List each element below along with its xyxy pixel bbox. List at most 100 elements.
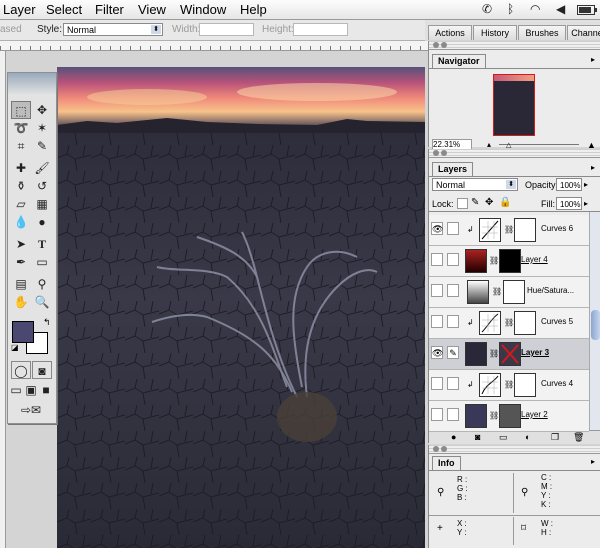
shape-tool-icon[interactable]: ▭ — [32, 253, 52, 271]
wifi-icon[interactable]: ◠ — [530, 2, 540, 16]
chain-icon[interactable]: ⛓ — [504, 318, 514, 327]
lock-position-icon[interactable]: ✥ — [485, 197, 493, 208]
eye-icon[interactable]: 👁 — [431, 222, 443, 235]
close-icon[interactable] — [433, 446, 439, 452]
minimize-icon[interactable] — [441, 150, 447, 156]
panel-titlebar[interactable] — [429, 445, 600, 454]
chain-icon[interactable]: ⛓ — [489, 349, 499, 358]
chain-icon[interactable]: ⛓ — [489, 411, 499, 420]
layer-style-icon[interactable]: ● — [451, 431, 456, 444]
close-icon[interactable] — [433, 42, 439, 48]
opacity-arrow-icon[interactable]: ▸ — [584, 180, 588, 189]
height-input[interactable] — [293, 23, 348, 36]
panel-titlebar[interactable] — [429, 149, 600, 158]
minimize-icon[interactable] — [441, 42, 447, 48]
layers-scrollbar[interactable] — [589, 212, 600, 430]
blur-tool-icon[interactable]: 💧 — [11, 213, 31, 231]
trash-icon[interactable]: 🗑 — [573, 431, 584, 444]
menu-filter[interactable]: Filter — [95, 2, 124, 17]
tab-history[interactable]: History — [473, 25, 517, 40]
slice-tool-icon[interactable]: ✎ — [32, 137, 52, 155]
opacity-field[interactable]: 100% — [556, 178, 582, 191]
brush-tool-icon[interactable]: 🖌 — [32, 159, 52, 177]
eye-icon[interactable]: 👁 — [431, 346, 443, 359]
dodge-tool-icon[interactable]: ● — [32, 213, 52, 231]
screen-mode-full-icon[interactable]: ■ — [39, 381, 53, 399]
jump-to-imageready-icon[interactable]: ⇨✉ — [11, 401, 51, 419]
menu-view[interactable]: View — [138, 2, 166, 17]
foreground-color-swatch[interactable] — [12, 321, 34, 343]
chain-icon[interactable]: ⛓ — [504, 225, 514, 234]
phone-icon[interactable]: ✆ — [482, 2, 492, 16]
layer-mask-thumb[interactable] — [514, 373, 536, 397]
hand-tool-icon[interactable]: ✋ — [11, 293, 31, 311]
eyedropper-icon[interactable]: ⚲ — [32, 275, 52, 293]
layer-row[interactable]: ⛓ Layer 2 — [429, 401, 589, 432]
new-layer-icon[interactable]: ❐ — [551, 431, 559, 444]
link-slot[interactable] — [447, 284, 459, 297]
chain-icon[interactable]: ⛓ — [504, 380, 514, 389]
link-slot[interactable] — [447, 315, 459, 328]
layer-row[interactable]: ↲ ⛓ Curves 4 — [429, 370, 589, 401]
width-input[interactable] — [199, 23, 254, 36]
layer-mask-thumb[interactable] — [499, 404, 521, 428]
path-select-icon[interactable]: ➤ — [11, 235, 31, 253]
layer-mask-thumb[interactable] — [503, 280, 525, 304]
standard-mode-icon[interactable]: ◯ — [11, 361, 31, 379]
link-slot[interactable] — [447, 253, 459, 266]
link-slot[interactable] — [447, 408, 459, 421]
history-brush-icon[interactable]: ↺ — [32, 177, 52, 195]
lasso-tool-icon[interactable]: ➰ — [11, 119, 31, 137]
screen-mode-menu-icon[interactable]: ▣ — [24, 381, 38, 399]
tab-layers[interactable]: Layers — [432, 162, 474, 176]
type-tool-icon[interactable]: T — [32, 235, 52, 253]
chain-icon[interactable]: ⛓ — [489, 256, 499, 265]
eye-slot[interactable] — [431, 408, 443, 421]
fill-arrow-icon[interactable]: ▸ — [584, 199, 588, 208]
pen-tool-icon[interactable]: ✒ — [11, 253, 31, 271]
screen-mode-standard-icon[interactable]: ▭ — [9, 381, 23, 399]
blend-mode-select[interactable]: Normal ⬍ — [432, 178, 518, 191]
layer-mask-thumb[interactable] — [499, 249, 521, 273]
swap-colors-icon[interactable]: ↰ — [43, 317, 51, 328]
magic-wand-icon[interactable]: ✶ — [32, 119, 52, 137]
menu-layer[interactable]: Layer — [3, 2, 36, 17]
style-select[interactable]: Normal ⬍ — [63, 23, 163, 36]
eraser-tool-icon[interactable]: ▱ — [11, 195, 31, 213]
healing-brush-icon[interactable]: ✚ — [11, 159, 31, 177]
notes-tool-icon[interactable]: ▤ — [11, 275, 31, 293]
document-canvas[interactable] — [57, 67, 425, 548]
layer-mask-thumb[interactable] — [499, 342, 521, 366]
layer-row[interactable]: ⛓ Hue/Satura... — [429, 277, 589, 308]
layer-mask-thumb[interactable] — [514, 311, 536, 335]
menu-select[interactable]: Select — [46, 2, 82, 17]
layer-row[interactable]: 👁 ↲ ⛓ Curves 6 — [429, 215, 589, 246]
zoom-slider-thumb[interactable]: △ — [506, 141, 511, 149]
eye-slot[interactable] — [431, 284, 443, 297]
layer-row-selected[interactable]: 👁 ✎ ⛓ Layer 3 — [429, 339, 589, 370]
link-slot[interactable] — [447, 377, 459, 390]
brush-icon[interactable]: ✎ — [447, 346, 459, 359]
lock-image-icon[interactable]: ✎ — [471, 197, 479, 208]
panel-menu-icon[interactable]: ▸ — [591, 55, 595, 64]
bluetooth-icon[interactable]: ᛒ — [507, 2, 514, 16]
add-mask-icon[interactable]: ◙ — [475, 431, 480, 444]
lock-transparency-icon[interactable] — [457, 198, 468, 209]
zoom-out-icon[interactable]: ▴ — [487, 140, 491, 149]
tab-channels[interactable]: Channe — [567, 25, 600, 40]
layer-row[interactable]: ⛓ Layer 4 — [429, 246, 589, 277]
quick-mask-icon[interactable]: ◙ — [32, 361, 52, 379]
tab-brushes[interactable]: Brushes — [518, 25, 566, 40]
panel-menu-icon[interactable]: ▸ — [591, 457, 595, 466]
layer-mask-thumb[interactable] — [514, 218, 536, 242]
panel-titlebar[interactable] — [429, 41, 600, 50]
close-icon[interactable] — [433, 150, 439, 156]
tab-navigator[interactable]: Navigator — [432, 54, 486, 68]
new-set-icon[interactable]: ▭ — [499, 431, 508, 444]
tab-info[interactable]: Info — [432, 456, 461, 470]
eye-slot[interactable] — [431, 253, 443, 266]
panel-menu-icon[interactable]: ▸ — [591, 163, 595, 172]
stamp-tool-icon[interactable]: ⚱ — [11, 177, 31, 195]
battery-icon[interactable] — [577, 4, 597, 18]
volume-icon[interactable]: ◀ — [556, 2, 565, 16]
